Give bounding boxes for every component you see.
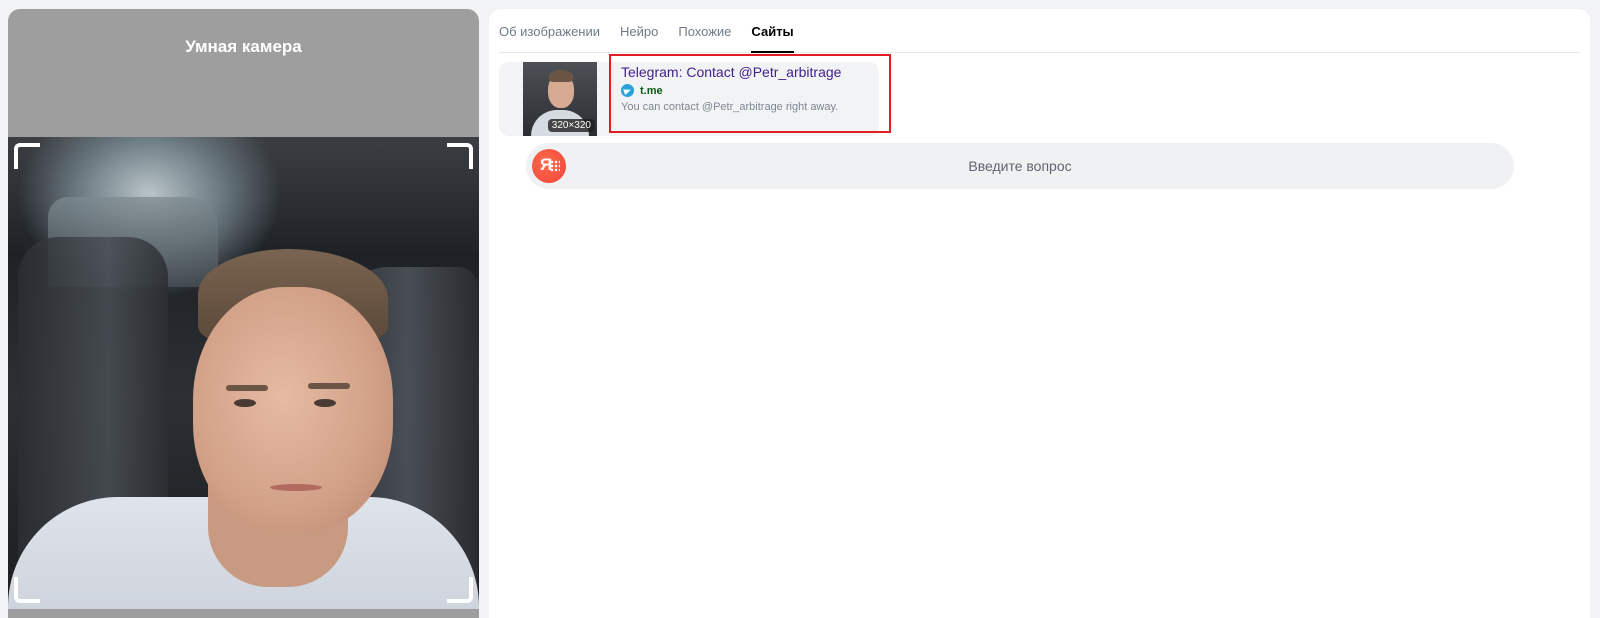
result-source[interactable]: t.me [621, 84, 663, 97]
result-thumbnail[interactable]: 320×320 [523, 62, 597, 136]
result-title-link[interactable]: Telegram: Contact @Petr_arbitrage [621, 64, 841, 80]
crop-corner-bottom-right-handle[interactable] [447, 577, 473, 603]
result-domain[interactable]: t.me [640, 85, 663, 97]
result-snippet: You can contact @Petr_arbitrage right aw… [621, 101, 839, 113]
photo-face [193, 287, 393, 532]
photo-left-brow [226, 385, 268, 391]
crop-corner-top-right-handle[interactable] [447, 143, 473, 169]
photo-right-brow [308, 383, 350, 389]
results-panel: Об изображении Нейро Похожие Сайты 320×3… [489, 9, 1590, 618]
camera-photo[interactable] [8, 137, 479, 609]
smart-camera-title: Умная камера [185, 37, 302, 56]
thumbnail-hair [549, 70, 573, 82]
photo-right-eye [314, 399, 336, 407]
crop-corner-top-left-handle[interactable] [14, 143, 40, 169]
tab-about-image[interactable]: Об изображении [499, 9, 600, 53]
photo-mouth [270, 484, 322, 491]
tab-neuro[interactable]: Нейро [620, 9, 658, 53]
smart-camera-panel: Умная камера [8, 9, 479, 618]
tab-sites[interactable]: Сайты [751, 9, 794, 53]
photo-left-eye [234, 399, 256, 407]
image-size-badge: 320×320 [547, 119, 595, 132]
telegram-icon [621, 84, 634, 97]
ask-placeholder: Введите вопрос [968, 158, 1072, 174]
crop-corner-bottom-left-handle[interactable] [14, 577, 40, 603]
tabs-bar: Об изображении Нейро Похожие Сайты [499, 9, 1580, 53]
ask-question-input[interactable]: Я Введите вопрос [526, 143, 1514, 189]
tab-similar[interactable]: Похожие [678, 9, 731, 53]
